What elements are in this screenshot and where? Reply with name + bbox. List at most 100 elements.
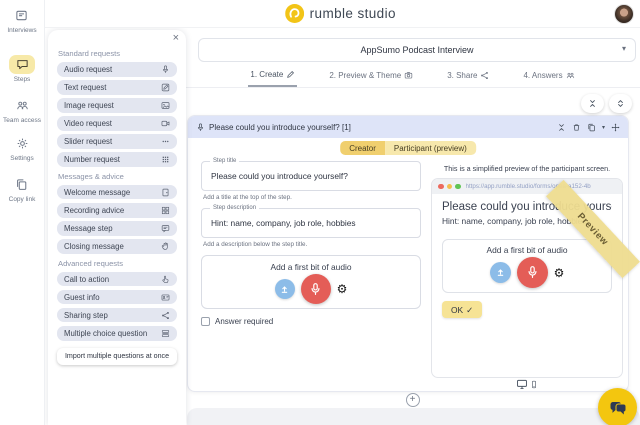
sidebar-item-interviews[interactable]: Interviews xyxy=(7,6,36,35)
step-title-field[interactable]: Step title Please could you introduce yo… xyxy=(201,161,421,191)
collapse-all-button[interactable] xyxy=(581,94,604,113)
device-toggle xyxy=(513,378,541,390)
move-step-icon[interactable] xyxy=(611,123,620,132)
step-title-label: Step title xyxy=(210,158,239,164)
camera-icon xyxy=(404,71,413,80)
preview-audio-prompt: Add a first bit of audio xyxy=(486,245,567,255)
step-type-button-call-to-action[interactable]: Call to action xyxy=(57,272,177,287)
interview-selector[interactable]: AppSumo Podcast Interview ▾ xyxy=(198,38,636,62)
chevron-down-icon: ▾ xyxy=(622,44,626,53)
rumble-studio-logo[interactable]: rumble studio xyxy=(285,4,396,23)
sidebar-item-label: Settings xyxy=(10,155,34,163)
tab-participant-preview[interactable]: Participant (preview) xyxy=(385,141,476,155)
participant-preview: This is a simplified preview of the part… xyxy=(431,164,623,378)
section-title: Standard requests xyxy=(58,49,177,58)
trash-icon[interactable] xyxy=(572,123,581,132)
sidebar-item-label: Team access xyxy=(3,117,41,125)
step-description-value: Hint: name, company, job role, hobbies xyxy=(202,218,365,228)
step-type-button-closing-message[interactable]: Closing message xyxy=(57,239,177,254)
steps-icon xyxy=(9,55,35,74)
step-description-label: Step description xyxy=(210,205,259,211)
copy-icon xyxy=(9,175,35,194)
step-type-button-text-request[interactable]: Text request xyxy=(57,80,177,95)
duplicate-icon[interactable] xyxy=(587,123,596,132)
preview-audio-box: Add a first bit of audio xyxy=(442,239,612,293)
gear-icon[interactable]: ⚙ xyxy=(554,267,565,279)
expand-icon xyxy=(616,99,625,108)
slider-icon xyxy=(161,137,170,146)
step-type-button-welcome-message[interactable]: Welcome message xyxy=(57,185,177,200)
step-description-field[interactable]: Step description Hint: name, company, jo… xyxy=(201,208,421,238)
step-type-button-video-request[interactable]: Video request xyxy=(57,116,177,131)
steps-panel: × Standard requests Audio request Text req… xyxy=(48,30,186,425)
tab-label: 2. Preview & Theme xyxy=(329,71,401,80)
microphone-icon xyxy=(196,123,205,132)
step-type-label: Multiple choice question xyxy=(64,329,147,338)
settings-icon xyxy=(9,134,35,153)
ok-button[interactable]: OK ✓ xyxy=(442,301,482,318)
collapsed-next-step[interactable] xyxy=(187,408,640,425)
tab-label: 1. Create xyxy=(250,70,283,79)
sidebar-item-team-access[interactable]: Team access xyxy=(3,96,41,125)
browser-mockup: https://app.rumble.studio/forms/opea-a15… xyxy=(431,178,623,378)
tab-create[interactable]: 1. Create xyxy=(248,62,297,87)
import-multiple-questions-button[interactable]: Import multiple questions at once xyxy=(57,348,177,365)
preview-upload-button[interactable] xyxy=(490,262,511,283)
tab-share[interactable]: 3. Share xyxy=(445,62,491,87)
step-type-label: Recording advice xyxy=(64,206,124,215)
expand-all-button[interactable] xyxy=(609,94,632,113)
image-icon xyxy=(161,101,170,110)
top-bar: rumble studio xyxy=(45,0,640,28)
step-tabs: 1. Create 2. Preview & Theme 3. Share 4. An… xyxy=(185,62,640,88)
share-icon xyxy=(480,71,489,80)
microphone-icon xyxy=(308,282,323,297)
upload-icon xyxy=(279,284,290,295)
sidebar-item-label: Copy link xyxy=(9,196,36,204)
add-step-button[interactable]: + xyxy=(406,393,420,407)
step-type-button-image-request[interactable]: Image request xyxy=(57,98,177,113)
keypad-icon xyxy=(161,155,170,164)
step-type-button-guest-info[interactable]: Guest info xyxy=(57,290,177,305)
step-type-button-slider-request[interactable]: Slider request xyxy=(57,134,177,149)
monitor-icon[interactable] xyxy=(516,378,528,390)
creator-form: Step title Please could you introduce yo… xyxy=(201,161,421,326)
chevron-down-icon[interactable]: ▾ xyxy=(602,124,605,131)
sidebar-item-copy-link[interactable]: Copy link xyxy=(9,175,36,204)
gear-icon[interactable]: ⚙ xyxy=(337,283,348,295)
step-type-button-audio-request[interactable]: Audio request xyxy=(57,62,177,77)
answer-required-checkbox[interactable] xyxy=(201,317,210,326)
step-type-button-number-request[interactable]: Number request xyxy=(57,152,177,167)
step-type-button-sharing-step[interactable]: Sharing step xyxy=(57,308,177,323)
sidebar-item-settings[interactable]: Settings xyxy=(9,134,35,163)
upload-icon xyxy=(495,267,506,278)
upload-audio-button[interactable] xyxy=(275,279,295,299)
steps-panel-sections: Standard requests Audio request Text reque… xyxy=(57,49,177,341)
step-type-button-message-step[interactable]: Message step xyxy=(57,221,177,236)
step-type-label: Audio request xyxy=(64,65,112,74)
sidebar-item-steps[interactable]: Steps xyxy=(9,55,35,84)
tab-preview-theme[interactable]: 2. Preview & Theme xyxy=(327,62,415,87)
audio-prompt: Add a first bit of audio xyxy=(270,262,351,272)
step-title-helper: Add a title at the top of the step. xyxy=(203,194,421,201)
phone-icon[interactable] xyxy=(530,379,538,390)
step-type-button-multiple-choice-question[interactable]: Multiple choice question xyxy=(57,326,177,341)
step-type-button-recording-advice[interactable]: Recording advice xyxy=(57,203,177,218)
preview-caption: This is a simplified preview of the part… xyxy=(431,164,623,173)
step-type-label: Video request xyxy=(64,119,112,128)
record-audio-button[interactable] xyxy=(301,274,331,304)
close-icon[interactable]: × xyxy=(173,33,179,44)
step-card-header[interactable]: Please could you introduce yourself? [1]… xyxy=(188,116,628,138)
sidebar-item-label: Steps xyxy=(14,76,31,84)
video-icon xyxy=(161,119,170,128)
collapse-step-icon[interactable] xyxy=(557,123,566,132)
step-type-label: Number request xyxy=(64,155,120,164)
user-avatar[interactable] xyxy=(614,4,634,24)
tab-answers[interactable]: 4. Answers xyxy=(521,62,576,87)
people-icon xyxy=(566,71,575,80)
tab-creator[interactable]: Creator xyxy=(340,141,385,155)
audio-upload-box: Add a first bit of audio ⚙ xyxy=(201,255,421,309)
step-type-label: Image request xyxy=(64,101,114,110)
chat-fab-button[interactable] xyxy=(598,388,637,425)
microphone-icon xyxy=(161,65,170,74)
preview-record-button[interactable] xyxy=(517,257,548,288)
